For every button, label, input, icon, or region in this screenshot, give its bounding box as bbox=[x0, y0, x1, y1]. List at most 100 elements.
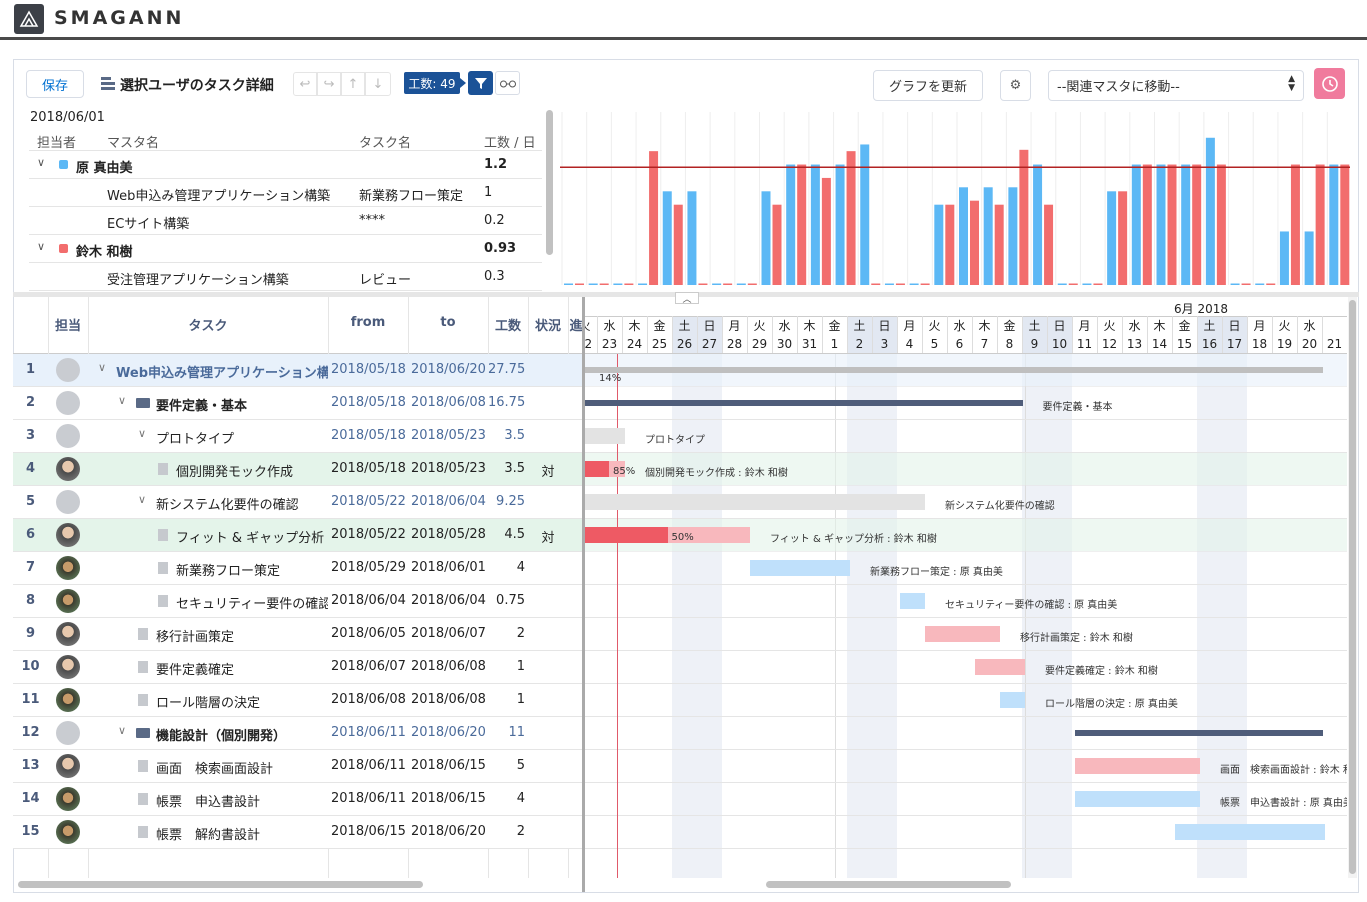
task-name[interactable]: フィット & ギャップ分析 bbox=[176, 527, 328, 546]
task-name[interactable]: 新システム化要件の確認 bbox=[156, 494, 328, 513]
table-row[interactable]: 10 要件定義確定 2018/06/07 2018/06/08 1 bbox=[13, 651, 584, 684]
expand-chevron-icon[interactable]: ∨ bbox=[37, 240, 45, 253]
gantt-task-bar[interactable] bbox=[925, 626, 1000, 642]
task-name[interactable]: Web申込み管理アプリケーション構築 bbox=[116, 362, 328, 381]
gantt-vscroll-thumb[interactable] bbox=[1349, 300, 1356, 874]
glasses-icon[interactable] bbox=[495, 71, 520, 95]
chart-bar bbox=[1315, 164, 1325, 285]
row-number: 14 bbox=[21, 791, 40, 806]
table-row[interactable]: 8 セキュリティー要件の確認 2018/06/04 2018/06/04 0.75 bbox=[13, 585, 584, 618]
table-row[interactable]: 2 ∨ 要件定義・基本 2018/05/18 2018/06/08 16.75 bbox=[13, 387, 584, 420]
table-row[interactable]: 7 新業務フロー策定 2018/05/29 2018/06/01 4 bbox=[13, 552, 584, 585]
gantt-task-bar[interactable] bbox=[1000, 692, 1025, 708]
task-name[interactable]: 帳票 申込書設計 bbox=[156, 791, 328, 810]
expand-chevron-icon[interactable]: ∨ bbox=[138, 493, 146, 506]
chart-bar bbox=[1230, 283, 1240, 285]
avatar bbox=[56, 721, 80, 745]
avatar bbox=[56, 820, 80, 844]
table-row[interactable]: 6 フィット & ギャップ分析 2018/05/22 2018/05/28 4.5 対 bbox=[13, 519, 584, 552]
task-name[interactable]: 帳票 解約書設計 bbox=[156, 824, 328, 843]
grid-hscrollbar[interactable] bbox=[18, 881, 423, 888]
avatar bbox=[56, 424, 80, 448]
master-select[interactable]: --関連マスタに移動-- ▲ ▼ bbox=[1048, 70, 1304, 101]
avatar bbox=[56, 523, 80, 547]
task-name[interactable]: ロール階層の決定 bbox=[156, 692, 328, 711]
user-color-swatch bbox=[59, 244, 68, 253]
task-effort: 1 bbox=[516, 659, 525, 674]
gantt-vscroll-track[interactable] bbox=[1348, 297, 1357, 878]
task-name[interactable]: 画面 検索画面設計 bbox=[156, 758, 328, 777]
arrow-down-icon[interactable]: ↓ bbox=[365, 72, 391, 96]
task-name[interactable]: 要件定義・基本 bbox=[156, 395, 328, 414]
chart-bar bbox=[1241, 283, 1251, 285]
arrow-up-icon[interactable]: ↑ bbox=[341, 72, 365, 96]
gantt-task-bar[interactable] bbox=[585, 428, 625, 444]
gear-icon[interactable]: ⚙ bbox=[1000, 70, 1031, 101]
summary-scrollbar[interactable] bbox=[546, 110, 553, 255]
expand-chevron-icon[interactable]: ∨ bbox=[37, 156, 45, 169]
gantt-day: 22 bbox=[585, 337, 593, 351]
task-to: 2018/06/08 bbox=[411, 395, 486, 410]
gantt-task-bar[interactable] bbox=[750, 560, 850, 576]
gantt-hscrollbar[interactable] bbox=[766, 881, 1011, 888]
gantt-summary-bar[interactable] bbox=[585, 367, 1323, 373]
gantt-bar-label: 要件定義確定 : 鈴木 和樹 bbox=[1045, 666, 1158, 677]
task-effort: 1 bbox=[516, 692, 525, 707]
expand-chevron-icon[interactable]: ∨ bbox=[138, 427, 146, 440]
gantt-summary-bar[interactable] bbox=[585, 400, 1023, 406]
grid-header-status: 状況 bbox=[534, 319, 561, 334]
task-name[interactable]: 要件定義確定 bbox=[156, 659, 328, 678]
gantt-task-bar[interactable] bbox=[1175, 824, 1325, 840]
gantt-task-bar[interactable] bbox=[975, 659, 1025, 675]
task-name[interactable]: 移行計画策定 bbox=[156, 626, 328, 645]
gantt-day: 25 bbox=[651, 337, 668, 351]
gantt-weekday: 木 bbox=[628, 319, 641, 333]
gantt-weekday: 木 bbox=[978, 319, 991, 333]
chart-bar bbox=[1279, 231, 1289, 285]
chart-bar bbox=[909, 283, 919, 285]
chart-bar bbox=[1082, 283, 1092, 285]
table-row[interactable]: 12 ∨ 機能設計（個別開発） 2018/06/11 2018/06/20 11 bbox=[13, 717, 584, 750]
gantt-day: 14 bbox=[1151, 337, 1168, 351]
gantt-weekday: 金 bbox=[1003, 319, 1016, 333]
task-name[interactable]: 新業務フロー策定 bbox=[176, 560, 328, 579]
expand-chevron-icon[interactable]: ∨ bbox=[118, 394, 126, 407]
gantt-task-bar[interactable] bbox=[1075, 758, 1200, 774]
chart-bar bbox=[1181, 164, 1191, 285]
table-row[interactable]: 3 ∨ プロトタイプ 2018/05/18 2018/05/23 3.5 bbox=[13, 420, 584, 453]
task-name[interactable]: 個別開発モック作成 bbox=[176, 461, 328, 480]
chart-bar bbox=[772, 204, 782, 285]
expand-chevron-icon[interactable]: ∨ bbox=[98, 361, 106, 374]
table-row[interactable]: 14 帳票 申込書設計 2018/06/11 2018/06/15 4 bbox=[13, 783, 584, 816]
summary-header-1: マスタ名 bbox=[107, 136, 160, 151]
gantt-task-bar[interactable] bbox=[1075, 791, 1200, 807]
task-effort: 4.5 bbox=[504, 527, 525, 542]
table-row[interactable]: 11 ロール階層の決定 2018/06/08 2018/06/08 1 bbox=[13, 684, 584, 717]
update-graph-button[interactable]: グラフを更新 bbox=[873, 70, 983, 101]
table-row[interactable]: 1 ∨ Web申込み管理アプリケーション構築 2018/05/18 2018/06/20… bbox=[13, 354, 584, 387]
gantt-task-bar[interactable] bbox=[900, 593, 925, 609]
table-row[interactable]: 9 移行計画策定 2018/06/05 2018/06/07 2 bbox=[13, 618, 584, 651]
task-name[interactable]: プロトタイプ bbox=[156, 428, 328, 447]
gantt-day-line bbox=[1122, 316, 1123, 353]
chart-bar bbox=[624, 283, 634, 285]
task-name[interactable]: セキュリティー要件の確認 bbox=[176, 593, 328, 612]
task-name[interactable]: 機能設計（個別開発） bbox=[156, 725, 328, 744]
table-row[interactable]: 13 画面 検索画面設計 2018/06/11 2018/06/15 5 bbox=[13, 750, 584, 783]
gantt-day-line bbox=[1272, 316, 1273, 353]
filter-icon[interactable] bbox=[468, 71, 493, 95]
clock-icon[interactable] bbox=[1314, 68, 1345, 99]
table-row[interactable]: 4 個別開発モック作成 2018/05/18 2018/05/23 3.5 対 bbox=[13, 453, 584, 486]
table-row[interactable]: 5 ∨ 新システム化要件の確認 2018/05/22 2018/06/04 9.25 bbox=[13, 486, 584, 519]
summary-date: 2018/06/01 bbox=[30, 110, 105, 125]
avatar bbox=[56, 490, 80, 514]
gantt-summary-bar[interactable] bbox=[1075, 730, 1323, 736]
task-effort: 3.5 bbox=[504, 428, 525, 443]
task-effort: 4 bbox=[516, 560, 525, 575]
save-button[interactable]: 保存 bbox=[26, 70, 84, 98]
expand-chevron-icon[interactable]: ∨ bbox=[118, 724, 126, 737]
redo-icon[interactable]: ↪ bbox=[317, 72, 341, 96]
undo-icon[interactable]: ↩ bbox=[293, 72, 317, 96]
gantt-task-bar[interactable] bbox=[585, 494, 925, 510]
table-row[interactable]: 15 帳票 解約書設計 2018/06/15 2018/06/20 2 bbox=[13, 816, 584, 849]
